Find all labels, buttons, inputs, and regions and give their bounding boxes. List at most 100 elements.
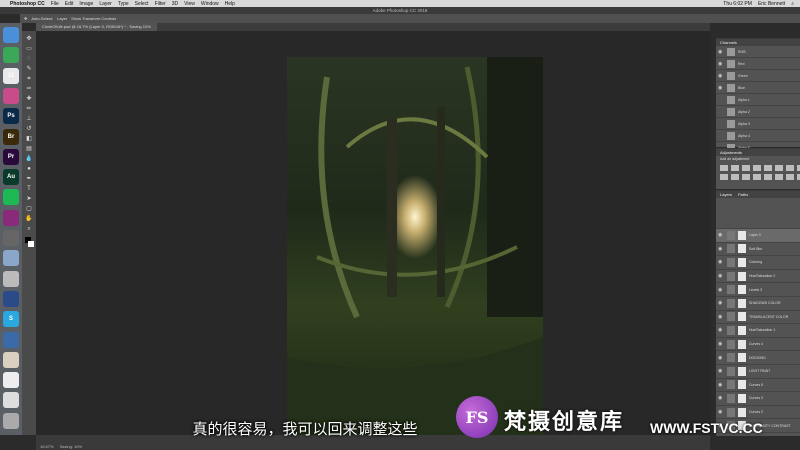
menu-file[interactable]: File [51, 1, 59, 7]
eye-icon[interactable] [718, 121, 724, 127]
bridge-icon[interactable]: Br [3, 128, 19, 145]
preview-icon[interactable] [3, 250, 19, 267]
brush-tool-icon[interactable]: ✏ [25, 105, 33, 113]
eye-icon[interactable]: ◉ [718, 314, 724, 320]
hue-sat-icon[interactable] [775, 165, 783, 171]
eye-icon[interactable]: ◉ [718, 341, 724, 347]
eye-icon[interactable]: ◉ [718, 382, 724, 388]
photo-filter-icon[interactable] [720, 174, 728, 180]
background-color-swatch[interactable] [28, 241, 34, 247]
app-name[interactable]: Photoshop CC [10, 1, 45, 7]
adjustments-tab[interactable]: Adjustments [720, 149, 742, 156]
layer-row[interactable]: ◉ Coloring [716, 256, 800, 270]
quick-select-icon[interactable]: ✎ [25, 65, 33, 73]
doc-icon[interactable] [3, 372, 19, 389]
lookup-icon[interactable] [742, 174, 750, 180]
menu-view[interactable]: View [184, 1, 195, 7]
layer-row[interactable]: ◉ Curves 2 [716, 406, 800, 420]
eye-icon[interactable]: ◉ [718, 259, 724, 265]
channel-row[interactable]: ◉ Red [716, 58, 800, 70]
layer-row[interactable]: ◉ Curves 5 [716, 379, 800, 393]
finder-icon[interactable] [3, 27, 19, 43]
channel-row[interactable]: ◉ Green [716, 70, 800, 82]
photoshop-icon[interactable]: Ps [3, 108, 19, 125]
eye-icon[interactable]: ◉ [718, 246, 724, 252]
history-brush-icon[interactable]: ↺ [25, 125, 33, 133]
layer-mask[interactable] [738, 393, 746, 403]
layer-mask[interactable] [738, 244, 746, 254]
posterize-icon[interactable] [764, 174, 772, 180]
layer-row[interactable]: ◉ SHADOWS COLOR [716, 297, 800, 311]
document-tab[interactable]: CircleOfLife.psd @ 16.7% (Layer 0, RGB/1… [36, 23, 157, 31]
marquee-tool-icon[interactable]: ▭ [25, 45, 33, 53]
layer-row[interactable]: ◉ Curves 4 [716, 338, 800, 352]
eye-icon[interactable]: ◉ [718, 327, 724, 333]
calendar-icon[interactable]: 11 [3, 67, 19, 84]
clone-stamp-icon[interactable]: ⊥ [25, 115, 33, 123]
zoom-tool-icon[interactable]: ⌕ [25, 225, 33, 233]
chrome-icon[interactable] [3, 47, 19, 64]
dvd-icon[interactable] [3, 270, 19, 287]
zoom-level[interactable]: 16.67% [40, 444, 54, 449]
eye-icon[interactable]: ◉ [718, 61, 724, 67]
search-icon[interactable]: ⌕ [791, 1, 794, 7]
pdf-icon[interactable] [3, 392, 19, 409]
channel-row[interactable]: Alpha 4 [716, 130, 800, 142]
forest-photo[interactable] [287, 57, 543, 441]
layer-mask[interactable] [738, 353, 746, 363]
eye-icon[interactable]: ◉ [718, 300, 724, 306]
eye-icon[interactable] [718, 109, 724, 115]
threshold-icon[interactable] [775, 174, 783, 180]
menu-filter[interactable]: Filter [155, 1, 166, 7]
lasso-tool-icon[interactable]: ◌ [25, 55, 33, 63]
menu-window[interactable]: Window [201, 1, 219, 7]
healing-icon[interactable]: ✚ [25, 95, 33, 103]
curves-icon[interactable] [742, 165, 750, 171]
layer-mask[interactable] [738, 380, 746, 390]
auto-select-checkbox[interactable]: Auto-Select: [31, 16, 53, 21]
eye-icon[interactable] [718, 133, 724, 139]
channel-row[interactable]: Alpha 1 [716, 94, 800, 106]
crop-tool-icon[interactable]: ⌗ [25, 75, 33, 83]
eye-icon[interactable]: ◉ [718, 232, 724, 238]
trash-icon[interactable] [3, 412, 19, 429]
layer-row[interactable]: ◉ TRANSLUCENT COLOR [716, 311, 800, 325]
layer-mask[interactable] [738, 257, 746, 267]
channel-row[interactable]: Alpha 2 [716, 106, 800, 118]
menu-edit[interactable]: Edit [65, 1, 74, 7]
menu-help[interactable]: Help [225, 1, 235, 7]
menu-image[interactable]: Image [79, 1, 93, 7]
exposure-icon[interactable] [753, 165, 761, 171]
eye-icon[interactable]: ◉ [718, 49, 724, 55]
eye-icon[interactable]: ◉ [718, 409, 724, 415]
eye-icon[interactable]: ◉ [718, 368, 724, 374]
transform-controls-checkbox[interactable]: Show Transform Controls [71, 16, 116, 21]
blur-tool-icon[interactable]: 💧 [25, 155, 33, 163]
layer-mask[interactable] [738, 298, 746, 308]
skype-icon[interactable]: S [3, 311, 19, 328]
layer-mask[interactable] [738, 325, 746, 335]
layer-row[interactable]: ◉ DODGING [716, 351, 800, 365]
spotify-icon[interactable] [3, 189, 19, 206]
eye-icon[interactable] [718, 97, 724, 103]
layer-row[interactable]: ◉ LIGHT PAINT [716, 365, 800, 379]
eye-icon[interactable]: ◉ [718, 395, 724, 401]
migration-icon[interactable] [3, 331, 19, 348]
itunes-icon[interactable] [3, 87, 19, 104]
layer-mask[interactable] [738, 271, 746, 281]
eye-icon[interactable]: ◉ [718, 73, 724, 79]
brightness-icon[interactable] [720, 165, 728, 171]
layer-row[interactable]: ◉ Levels 3 [716, 283, 800, 297]
eraser-icon[interactable]: ◧ [25, 135, 33, 143]
layers-tab[interactable]: Layers [720, 191, 732, 198]
layer-mask[interactable] [738, 407, 746, 417]
levels-icon[interactable] [731, 165, 739, 171]
menu-3d[interactable]: 3D [172, 1, 178, 7]
channel-row[interactable]: Alpha 3 [716, 118, 800, 130]
layer-mask[interactable] [738, 230, 746, 240]
gradient-icon[interactable]: ▤ [25, 145, 33, 153]
layer-row[interactable]: ◉ Hue/Saturation 2 [716, 270, 800, 284]
menu-type[interactable]: Type [118, 1, 129, 7]
layer-mask[interactable] [738, 366, 746, 376]
eyedropper-icon[interactable]: ✑ [25, 85, 33, 93]
